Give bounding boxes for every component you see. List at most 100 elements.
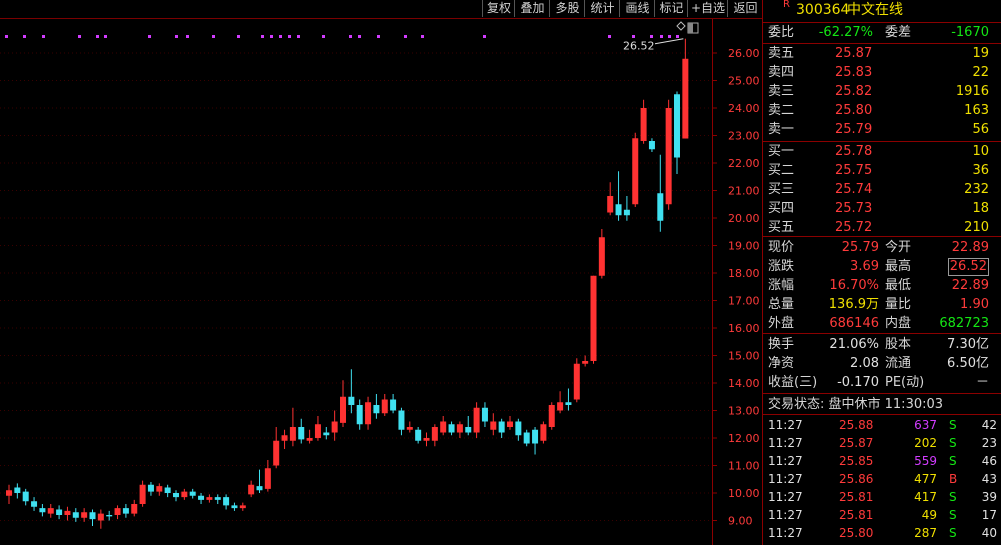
candle[interactable]	[406, 421, 413, 433]
candle[interactable]	[682, 38, 689, 139]
candle[interactable]	[348, 369, 355, 414]
candle[interactable]	[456, 421, 463, 439]
restore-rights-button[interactable]: 复权	[482, 0, 515, 17]
event-marker	[650, 35, 653, 38]
trade-status-row: 交易状态: 盘中休市 11:30:03	[763, 395, 1001, 414]
candle[interactable]	[365, 396, 372, 430]
candle[interactable]	[81, 508, 88, 522]
candle[interactable]	[640, 99, 647, 144]
candle[interactable]	[532, 427, 539, 455]
candle[interactable]	[314, 416, 321, 441]
tick-volume: 49	[921, 508, 937, 522]
candle[interactable]	[356, 399, 363, 430]
y-tick-label: 25.00	[728, 75, 760, 88]
candle[interactable]	[548, 402, 555, 430]
candle[interactable]	[431, 424, 438, 447]
candle[interactable]	[448, 421, 455, 436]
candle[interactable]	[72, 508, 79, 522]
candle[interactable]	[114, 505, 121, 520]
candle[interactable]	[89, 509, 96, 527]
candle[interactable]	[381, 394, 388, 416]
candle[interactable]	[373, 394, 380, 419]
candle[interactable]	[147, 482, 154, 496]
candle[interactable]	[523, 429, 530, 447]
candle[interactable]	[423, 432, 430, 447]
candle[interactable]	[131, 499, 138, 517]
candle[interactable]	[298, 418, 305, 444]
candle[interactable]	[122, 504, 129, 518]
candle[interactable]	[239, 502, 246, 511]
candle[interactable]	[657, 154, 664, 232]
candle[interactable]	[607, 182, 614, 216]
candle[interactable]	[256, 469, 263, 493]
candle[interactable]	[214, 494, 221, 504]
candle[interactable]	[47, 504, 54, 518]
tick-volume: 637	[914, 418, 937, 432]
candle[interactable]	[565, 388, 572, 411]
candle[interactable]	[156, 483, 163, 496]
statistics-button[interactable]: 统计	[584, 0, 620, 17]
candle[interactable]	[64, 506, 71, 521]
candle[interactable]	[648, 138, 655, 152]
candle[interactable]	[6, 484, 12, 504]
candle[interactable]	[106, 510, 113, 521]
candle[interactable]	[39, 504, 46, 517]
candle[interactable]	[206, 494, 213, 503]
diamond-icon[interactable]	[676, 21, 686, 31]
candle[interactable]	[573, 358, 580, 403]
candle-body	[615, 204, 622, 216]
candle[interactable]	[490, 413, 497, 436]
candle[interactable]	[248, 480, 255, 498]
candle[interactable]	[390, 394, 397, 414]
candle[interactable]	[465, 416, 472, 436]
candle[interactable]	[415, 427, 422, 444]
back-button[interactable]: 返回	[727, 0, 763, 17]
candle[interactable]	[473, 402, 480, 438]
candle[interactable]	[164, 484, 171, 498]
candle[interactable]	[615, 171, 622, 221]
candle[interactable]	[173, 490, 179, 502]
candle[interactable]	[632, 132, 639, 207]
candle[interactable]	[598, 229, 605, 279]
candle[interactable]	[306, 429, 313, 444]
candlestick-chart[interactable]: 26.00 25.00 24.00 23.00 22.00 21.00 20.00 19.00…	[0, 19, 762, 545]
candle[interactable]	[181, 488, 188, 500]
mark-button[interactable]: 标记	[654, 0, 688, 17]
candle[interactable]	[674, 91, 680, 175]
candle[interactable]	[56, 505, 63, 520]
candle[interactable]	[398, 407, 405, 436]
draw-line-button[interactable]: 画线	[619, 0, 655, 17]
candle[interactable]	[97, 509, 104, 529]
add-watchlist-button[interactable]: +自选	[687, 0, 728, 17]
tick-count: 46	[981, 454, 997, 468]
candle[interactable]	[31, 497, 38, 511]
candle[interactable]	[498, 418, 505, 438]
candle[interactable]	[540, 421, 547, 444]
candle[interactable]	[340, 380, 346, 427]
multi-stock-button[interactable]: 多股	[549, 0, 585, 17]
candle[interactable]	[231, 502, 238, 511]
candle[interactable]	[590, 275, 597, 364]
candle[interactable]	[331, 410, 338, 441]
candle[interactable]	[139, 480, 146, 507]
candle[interactable]	[223, 494, 230, 510]
candle[interactable]	[189, 488, 196, 499]
candle[interactable]	[515, 418, 522, 441]
bid-label: 买一	[768, 144, 795, 159]
candle[interactable]	[665, 99, 672, 210]
candle[interactable]	[264, 460, 271, 492]
candle[interactable]	[582, 355, 589, 367]
candle[interactable]	[507, 416, 513, 430]
candle[interactable]	[14, 483, 21, 499]
candle[interactable]	[281, 429, 288, 449]
candle[interactable]	[623, 196, 630, 221]
candle[interactable]	[198, 493, 205, 504]
candle[interactable]	[481, 402, 488, 427]
candle[interactable]	[22, 488, 29, 506]
overlay-button[interactable]: 叠加	[514, 0, 550, 17]
candle[interactable]	[289, 407, 296, 447]
candle[interactable]	[557, 391, 564, 414]
candle[interactable]	[440, 416, 447, 436]
order-ratio-row: 委比 -62.27% 委差 -1670	[763, 23, 1001, 42]
candle[interactable]	[273, 427, 280, 469]
